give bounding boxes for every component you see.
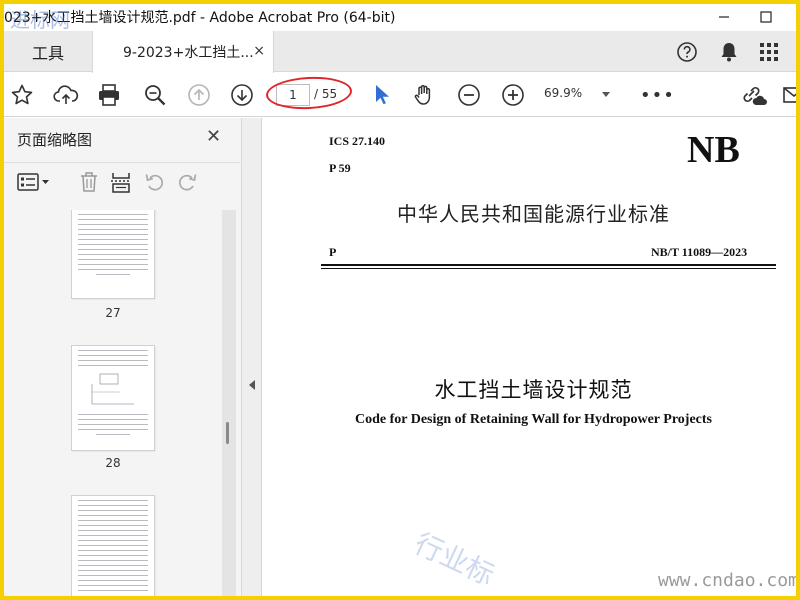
p-label: P [329,245,337,259]
close-panel-icon[interactable]: ✕ [206,126,221,147]
minimize-icon[interactable] [704,4,744,30]
apps-grid-icon[interactable] [757,40,781,64]
cursor-arrow-icon[interactable] [367,81,395,109]
classification-code: P 59 [329,161,351,175]
thumbnail-scrollbar[interactable] [222,210,236,596]
page-thumbnail-27[interactable] [72,210,154,298]
thumbnail-panel: 页面缩略图 ✕ 27 28 [4,118,242,596]
bell-icon[interactable] [717,40,741,64]
ics-code: ICS 27.140 [329,134,386,148]
tab-bar: 工具 9-2023+水工挡土... × [4,31,796,73]
hand-icon[interactable] [410,81,438,109]
tab-tools[interactable]: 工具 [4,31,92,72]
maximize-icon[interactable] [746,4,786,30]
rotate-left-icon[interactable] [142,169,168,195]
diagram-sketch [91,373,134,405]
watermark-logo: 进标网 [10,8,70,32]
tab-document[interactable]: 9-2023+水工挡土... × [92,31,274,73]
link-cloud-icon[interactable] [740,81,768,109]
panel-toolbar [4,162,242,202]
thumbnail-list: 27 28 [16,210,222,596]
page-thumbnail-28[interactable] [72,346,154,450]
page-up-icon[interactable] [185,81,213,109]
document-title-cn: 水工挡土墙设计规范 [434,378,633,402]
thumbnail-page-number: 27 [105,306,121,320]
star-icon[interactable] [8,81,36,109]
watermark-text: 行业标 [409,526,500,593]
mail-icon[interactable] [780,81,796,109]
standard-mark: NB [687,129,740,171]
panel-splitter[interactable] [242,118,262,596]
scrollbar-thumb[interactable] [226,422,229,444]
app-window: 023+水工挡土墙设计规范.pdf - Adobe Acrobat Pro (6… [4,4,796,596]
document-view[interactable]: ICS 27.140 P 59 NB 中华人民共和国能源行业标准 P NB/T … [263,118,796,596]
document-title-en: Code for Design of Retaining Wall for Hy… [355,412,712,427]
title-bar: 023+水工挡土墙设计规范.pdf - Adobe Acrobat Pro (6… [4,4,796,32]
tab-document-label: 9-2023+水工挡土... [123,45,254,61]
panel-title: 页面缩略图 [17,131,93,149]
trash-icon[interactable] [76,169,102,195]
issuing-body: 中华人民共和国能源行业标准 [397,202,670,226]
header-rule [321,264,776,266]
thumbnail-options-icon[interactable] [16,169,52,195]
help-icon[interactable] [675,40,699,64]
close-tab-icon[interactable]: × [253,43,265,59]
header-rule-thin [321,268,776,269]
main-toolbar: 1 / 55 69.9% ••• [4,73,796,117]
page-thumbnail-29[interactable] [72,496,154,596]
extract-pages-icon[interactable] [108,169,134,195]
thumbnail-page-number: 28 [105,456,121,470]
zoom-in-icon[interactable] [499,81,527,109]
zoom-search-icon[interactable] [141,81,169,109]
cloud-upload-icon[interactable] [52,81,80,109]
more-icon[interactable]: ••• [640,85,675,106]
standard-number: NB/T 11089—2023 [651,245,748,259]
annotation-circle [265,74,353,112]
zoom-out-icon[interactable] [455,81,483,109]
page-down-icon[interactable] [228,81,256,109]
zoom-level-select[interactable]: 69.9% [544,86,616,106]
collapse-panel-icon[interactable] [249,380,255,390]
rotate-right-icon[interactable] [174,169,200,195]
chevron-down-icon [602,92,610,97]
zoom-level-value: 69.9% [544,86,583,100]
printer-icon[interactable] [95,81,123,109]
watermark-url: www.cndao.com [658,570,796,591]
